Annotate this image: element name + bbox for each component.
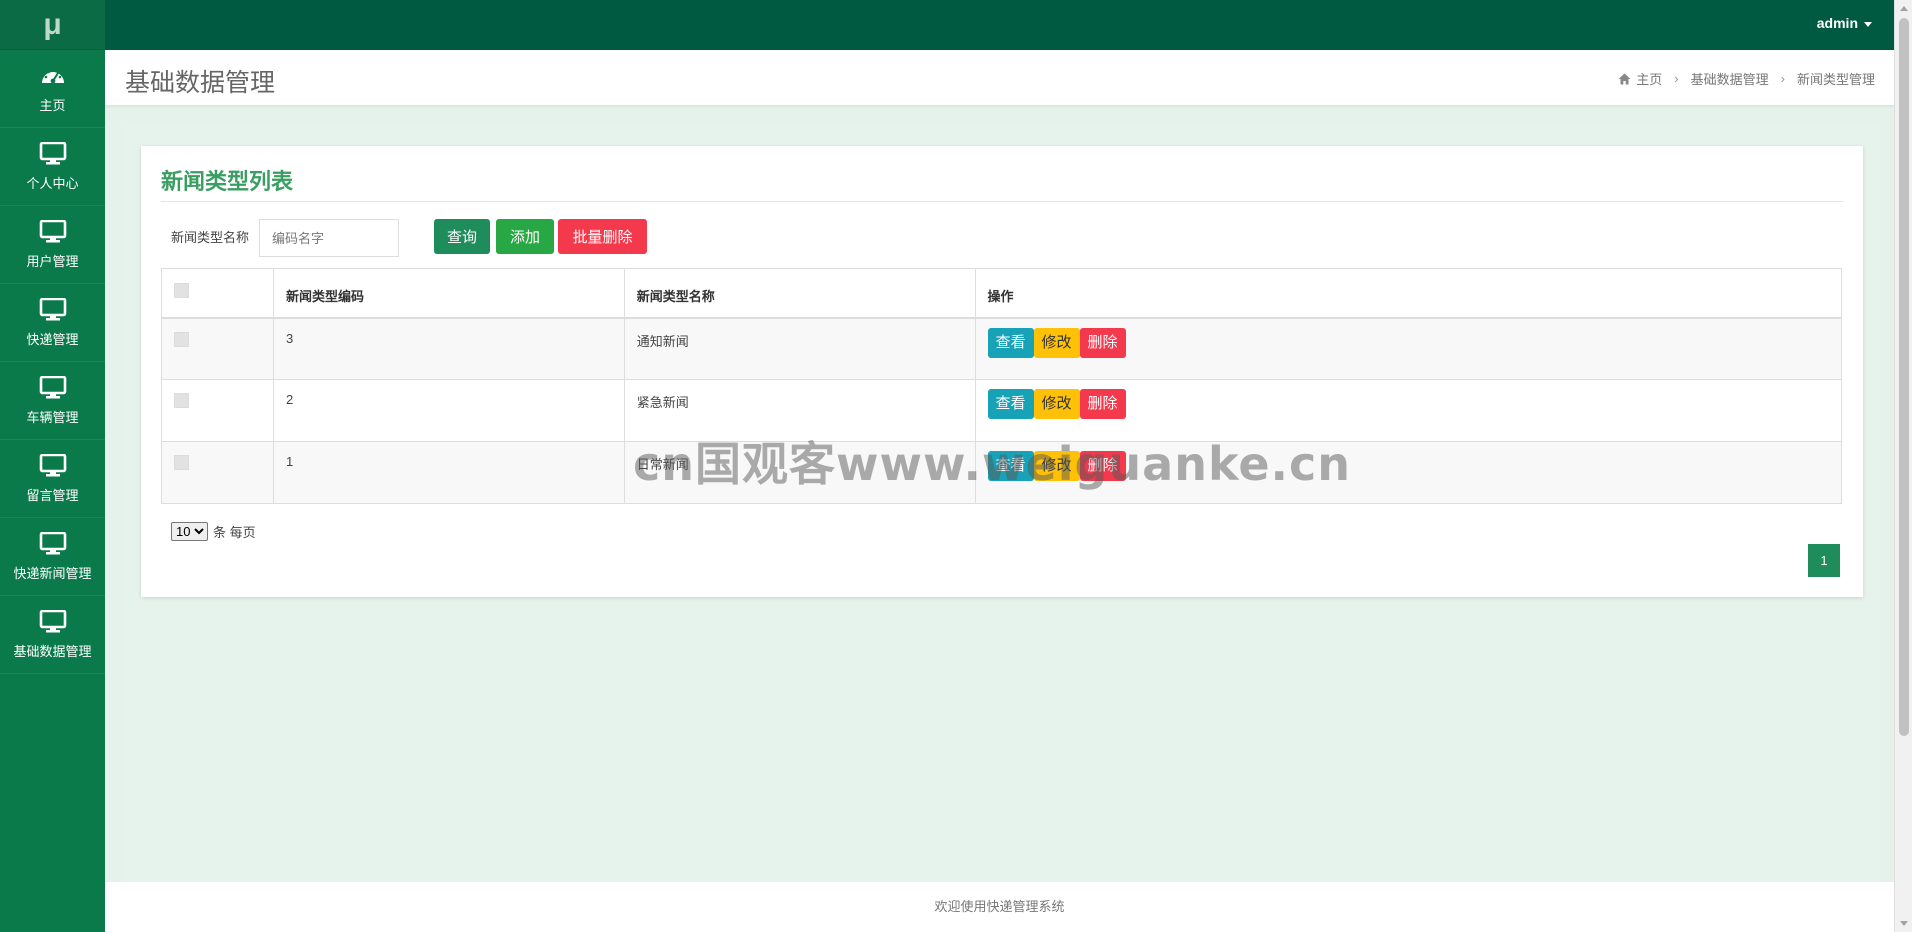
column-header[interactable]: 新闻类型编码 (272, 268, 625, 319)
edit-button[interactable]: 修改 (1033, 451, 1080, 481)
code-cell: 1 (272, 441, 625, 504)
breadcrumb-basic-data[interactable]: 基础数据管理 (1691, 69, 1769, 88)
row-checkbox[interactable] (174, 455, 189, 470)
column-header[interactable]: 新闻类型名称 (623, 268, 976, 319)
sidebar-item-label: 主页 (39, 97, 66, 113)
delete-button[interactable]: 删除 (1079, 389, 1126, 419)
breadcrumb: 主页 › 基础数据管理 › 新闻类型管理 (1618, 69, 1875, 88)
column-header: 操作 (974, 268, 1842, 319)
sidebar-item-users[interactable]: 用户管理 (0, 206, 105, 284)
monitor-icon (39, 297, 66, 320)
page-size-control: 10 条 每页 (171, 522, 256, 541)
home-icon (1618, 73, 1631, 84)
sidebar-item-label: 快递管理 (26, 331, 79, 347)
view-button[interactable]: 查看 (987, 451, 1034, 481)
news-type-list-card: 新闻类型列表 新闻类型名称 查询 添加 批量删除 新闻类型编码 新闻类型名称 操… (141, 146, 1863, 597)
monitor-icon (39, 453, 66, 476)
card-title: 新闻类型列表 (161, 169, 294, 194)
scroll-up-arrow-icon[interactable] (1900, 6, 1908, 11)
monitor-icon (39, 531, 66, 554)
chevron-right-icon: › (1780, 71, 1785, 86)
code-cell: 2 (272, 379, 625, 442)
monitor-icon (39, 219, 66, 242)
chevron-right-icon: › (1674, 71, 1679, 86)
page-title: 基础数据管理 (125, 69, 276, 97)
caret-down-icon (1864, 21, 1872, 27)
sidebar-item-vehicles[interactable]: 车辆管理 (0, 362, 105, 440)
app-logo[interactable]: μ (0, 0, 105, 50)
sidebar-item-label: 个人中心 (26, 175, 79, 191)
view-button[interactable]: 查看 (987, 389, 1034, 419)
name-cell: 通知新闻 (623, 317, 976, 380)
select-all-cell (161, 268, 274, 319)
sidebar-item-express[interactable]: 快递管理 (0, 284, 105, 362)
user-menu[interactable]: admin (1817, 15, 1872, 31)
row-checkbox[interactable] (174, 393, 189, 408)
actions-cell: 查看 修改 删除 (974, 441, 1842, 504)
news-type-table: 新闻类型编码 新闻类型名称 操作 3 通知新闻 查看 修改 删除 2 紧急新闻 查看… (161, 268, 1842, 504)
actions-cell: 查看 修改 删除 (974, 379, 1842, 442)
batch-delete-button[interactable]: 批量删除 (558, 219, 647, 254)
search-label: 新闻类型名称 (171, 230, 250, 245)
code-cell: 3 (272, 317, 625, 380)
search-input[interactable] (259, 219, 399, 257)
row-checkbox[interactable] (174, 331, 189, 347)
sidebar-item-messages[interactable]: 留言管理 (0, 440, 105, 518)
table-header-row: 新闻类型编码 新闻类型名称 操作 (161, 268, 1842, 319)
delete-button[interactable]: 删除 (1079, 451, 1126, 481)
query-button[interactable]: 查询 (434, 219, 490, 254)
monitor-icon (39, 609, 66, 632)
page-size-suffix: 条 每页 (213, 525, 256, 540)
table-row: 3 通知新闻 查看 修改 删除 (161, 317, 1842, 380)
sidebar-item-label: 留言管理 (26, 487, 79, 503)
divider (161, 201, 1843, 202)
monitor-icon (39, 375, 66, 398)
name-cell: 紧急新闻 (623, 379, 976, 442)
edit-button[interactable]: 修改 (1033, 327, 1080, 358)
scroll-thumb[interactable] (1899, 18, 1909, 736)
sidebar: μ 主页 个人中心 用户管理 快递管理 车辆管理 留言管理 快递新闻管理 基础数… (0, 0, 105, 932)
view-button[interactable]: 查看 (987, 327, 1034, 358)
username: admin (1816, 15, 1858, 31)
sidebar-item-profile[interactable]: 个人中心 (0, 128, 105, 206)
scrollbar[interactable] (1894, 0, 1912, 932)
sidebar-item-label: 快递新闻管理 (13, 565, 92, 581)
name-cell: 日常新闻 (623, 441, 976, 504)
page-header: 基础数据管理 主页 › 基础数据管理 › 新闻类型管理 (105, 50, 1894, 106)
sidebar-item-label: 用户管理 (26, 253, 79, 269)
dashboard-icon (41, 68, 64, 83)
scroll-down-arrow-icon[interactable] (1900, 921, 1908, 926)
top-navbar: admin (105, 0, 1894, 50)
sidebar-item-basic-data[interactable]: 基础数据管理 (0, 596, 105, 674)
breadcrumb-current: 新闻类型管理 (1796, 72, 1875, 87)
breadcrumb-home[interactable]: 主页 (1636, 69, 1662, 88)
add-button[interactable]: 添加 (496, 219, 554, 254)
page-button-current[interactable]: 1 (1808, 544, 1840, 577)
sidebar-item-express-news[interactable]: 快递新闻管理 (0, 518, 105, 596)
select-all-checkbox[interactable] (174, 283, 189, 298)
edit-button[interactable]: 修改 (1033, 389, 1080, 419)
sidebar-item-label: 车辆管理 (26, 409, 79, 425)
sidebar-item-home[interactable]: 主页 (0, 50, 105, 128)
sidebar-item-label: 基础数据管理 (13, 643, 92, 659)
monitor-icon (39, 141, 66, 164)
delete-button[interactable]: 删除 (1079, 327, 1126, 358)
actions-cell: 查看 修改 删除 (974, 317, 1842, 380)
page-size-select[interactable]: 10 (171, 522, 208, 541)
table-row: 1 日常新闻 查看 修改 删除 (161, 441, 1842, 504)
table-row: 2 紧急新闻 查看 修改 删除 (161, 379, 1842, 442)
footer: 欢迎使用快递管理系统 (105, 882, 1894, 932)
